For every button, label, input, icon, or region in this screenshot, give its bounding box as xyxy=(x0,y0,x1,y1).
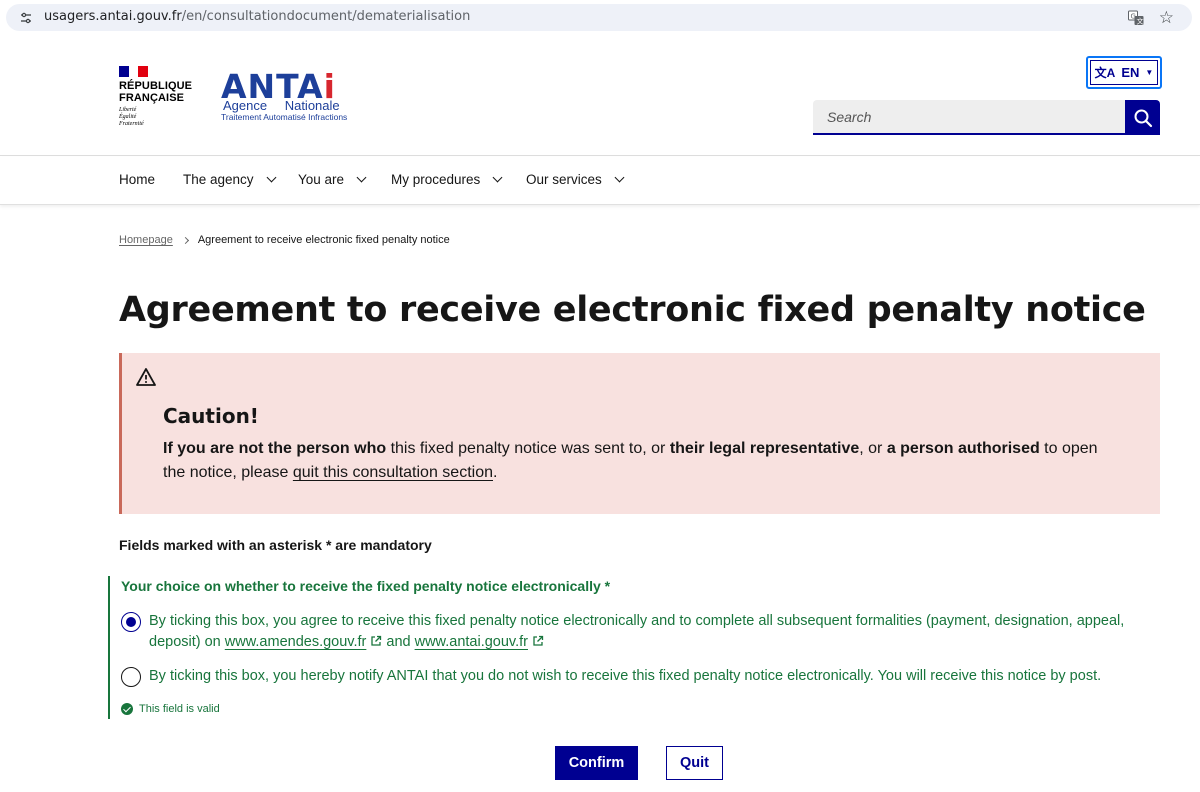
breadcrumb-current: Agreement to receive electronic fixed pe… xyxy=(197,234,450,246)
chevron-down-icon xyxy=(266,172,276,183)
breadcrumb-home-link[interactable]: Homepage xyxy=(119,234,173,246)
language-label: EN xyxy=(1121,65,1140,80)
rf-motto: Liberté Égalité Fraternité xyxy=(119,107,144,127)
browser-toolbar: usagers.antai.gouv.fr/en/consultationdoc… xyxy=(0,0,1200,36)
page-title: Agreement to receive electronic fixed pe… xyxy=(119,290,1146,330)
main-navigation: Home The agency You are My procedures Ou… xyxy=(0,157,1200,205)
url-text[interactable]: usagers.antai.gouv.fr/en/consultationdoc… xyxy=(44,9,470,24)
language-selector[interactable]: 文A EN ▼ xyxy=(1086,56,1162,89)
nav-item-agency[interactable]: The agency xyxy=(183,172,276,187)
validation-message: This field is valid xyxy=(121,703,220,715)
antai-logo[interactable]: ANTAi Agence Nationale Traitement Automa… xyxy=(221,70,361,130)
translate-language-icon: 文A xyxy=(1094,66,1116,80)
chevron-down-icon xyxy=(492,172,503,183)
confirm-button[interactable]: Confirm xyxy=(555,746,638,780)
quit-consultation-link[interactable]: quit this consultation section xyxy=(293,464,493,481)
fieldset-legend: Your choice on whether to receive the fi… xyxy=(121,578,611,594)
search-field xyxy=(813,100,1125,135)
site-info-icon[interactable] xyxy=(20,12,32,24)
site-header: RÉPUBLIQUE FRANÇAISE Liberté Égalité Fra… xyxy=(0,38,1200,156)
url-host: usagers.antai.gouv.fr xyxy=(44,9,182,24)
alert-title: Caution! xyxy=(163,404,259,428)
republique-francaise-logo[interactable]: RÉPUBLIQUE FRANÇAISE Liberté Égalité Fra… xyxy=(119,66,194,128)
chevron-down-icon xyxy=(356,172,367,183)
option-accept-electronic[interactable]: By ticking this box, you agree to receiv… xyxy=(121,611,1159,653)
external-link-icon xyxy=(533,635,544,646)
url-path: /en/consultationdocument/dematerialisati… xyxy=(181,9,471,24)
warning-icon xyxy=(136,368,156,386)
option-accept-label: By ticking this box, you agree to receiv… xyxy=(149,613,1125,650)
option-refuse-label: By ticking this box, you hereby notify A… xyxy=(149,668,1102,684)
check-circle-icon xyxy=(121,703,133,715)
antai-tagline-2: Traitement Automatisé Infractions xyxy=(221,112,348,122)
nav-item-services[interactable]: Our services xyxy=(526,172,625,187)
antai-link[interactable]: www.antai.gouv.fr xyxy=(415,634,544,650)
nav-item-home[interactable]: Home xyxy=(119,172,155,187)
antai-tagline-1: Agence Nationale xyxy=(223,98,340,113)
nav-item-procedures[interactable]: My procedures xyxy=(391,172,503,187)
chevron-right-icon xyxy=(181,236,189,244)
amendes-link[interactable]: www.amendes.gouv.fr xyxy=(225,634,383,650)
address-bar[interactable]: usagers.antai.gouv.fr/en/consultationdoc… xyxy=(6,4,1192,31)
svg-text:文: 文 xyxy=(1137,17,1144,26)
search-input[interactable] xyxy=(813,100,1125,133)
breadcrumb: Homepage Agreement to receive electronic… xyxy=(119,234,450,246)
radio-refuse[interactable] xyxy=(121,667,141,687)
rf-name: RÉPUBLIQUE FRANÇAISE xyxy=(119,80,193,104)
mandatory-note: Fields marked with an asterisk * are man… xyxy=(119,537,432,553)
flag-icon xyxy=(119,66,148,77)
caret-down-icon: ▼ xyxy=(1145,68,1154,77)
caution-alert: Caution! If you are not the person who t… xyxy=(119,353,1160,514)
search-icon xyxy=(1134,109,1152,127)
chevron-down-icon xyxy=(614,172,625,183)
option-refuse-electronic[interactable]: By ticking this box, you hereby notify A… xyxy=(121,666,1159,687)
star-icon[interactable]: ☆ xyxy=(1159,9,1174,26)
radio-accept[interactable] xyxy=(121,612,141,632)
choice-fieldset: Your choice on whether to receive the fi… xyxy=(108,576,1168,719)
search-button[interactable] xyxy=(1125,100,1160,135)
alert-body: If you are not the person who this fixed… xyxy=(163,440,1098,481)
translate-icon[interactable]: G 文 xyxy=(1128,10,1144,26)
external-link-icon xyxy=(371,635,382,646)
quit-button[interactable]: Quit xyxy=(666,746,723,780)
nav-item-you-are[interactable]: You are xyxy=(298,172,367,187)
